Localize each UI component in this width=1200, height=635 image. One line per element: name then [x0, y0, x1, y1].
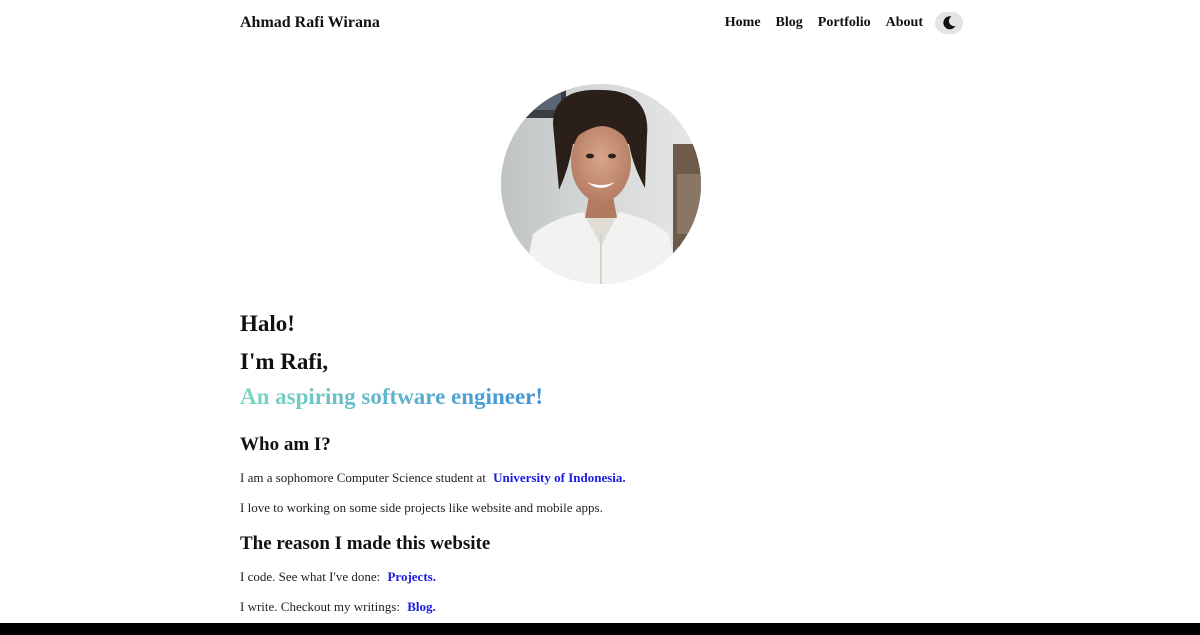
profile-avatar — [501, 84, 701, 284]
navbar: Ahmad Rafi Wirana Home Blog Portfolio Ab… — [240, 0, 963, 46]
nav-link-home[interactable]: Home — [725, 11, 761, 35]
site-brand-link[interactable]: Ahmad Rafi Wirana — [240, 14, 380, 32]
who-line-1: I am a sophomore Computer Science studen… — [240, 470, 626, 486]
tagline-heading: An aspiring software engineer! — [240, 384, 544, 409]
reason-line-1: I code. See what I've done: Projects. — [240, 569, 436, 585]
intro-heading: I'm Rafi, — [240, 349, 329, 374]
university-link[interactable]: University of Indonesia. — [493, 470, 626, 485]
reason-line-2-text: I write. Checkout my writings: — [240, 599, 400, 614]
greeting-heading: Halo! — [240, 311, 295, 336]
who-am-i-heading: Who am I? — [240, 434, 331, 455]
reason-heading: The reason I made this website — [240, 533, 491, 554]
bottom-edge-bar — [0, 623, 1200, 635]
reason-line-1-text: I code. See what I've done: — [240, 569, 381, 584]
nav-link-blog[interactable]: Blog — [776, 11, 803, 35]
reason-line-2: I write. Checkout my writings: Blog. — [240, 599, 436, 615]
moon-icon — [943, 16, 956, 30]
blog-link[interactable]: Blog. — [407, 599, 436, 614]
projects-link[interactable]: Projects. — [387, 569, 435, 584]
who-line-2: I love to working on some side projects … — [240, 500, 603, 515]
who-line-1-text: I am a sophomore Computer Science studen… — [240, 470, 486, 485]
nav-link-portfolio[interactable]: Portfolio — [818, 11, 871, 35]
theme-toggle-button[interactable] — [935, 12, 963, 34]
nav-menu: Home Blog Portfolio About — [725, 11, 963, 35]
nav-link-about[interactable]: About — [886, 11, 923, 35]
